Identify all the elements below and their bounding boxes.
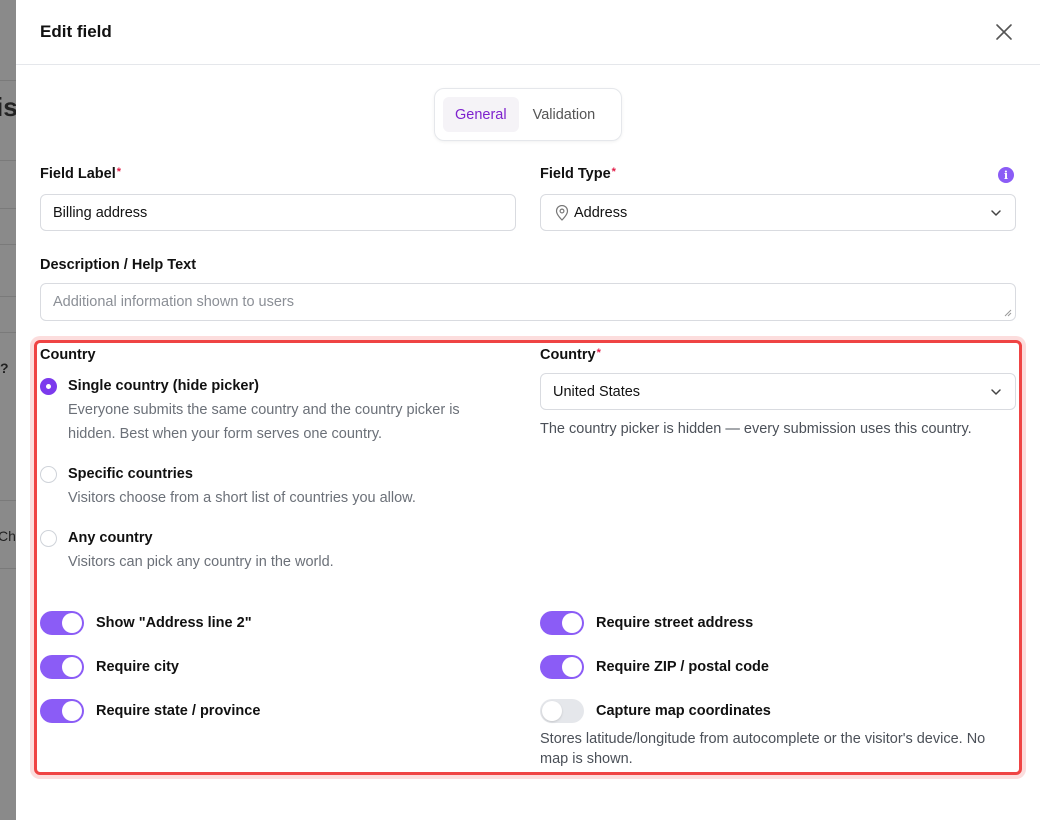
edit-field-panel: Edit field General Validation Field Labe… xyxy=(16,0,1040,820)
radio-option-any-country[interactable]: Any country Visitors can pick any countr… xyxy=(40,529,498,574)
radio-description: Visitors choose from a short list of cou… xyxy=(68,490,416,506)
require-city-toggle[interactable] xyxy=(40,655,84,679)
toggle-label: Require street address xyxy=(596,615,754,631)
background-page: is ? Ch xyxy=(0,0,16,820)
toggle-row-address-line2: Show "Address line 2" xyxy=(40,611,252,635)
required-mark: * xyxy=(611,166,616,178)
background-divider xyxy=(0,208,16,209)
capture-coords-toggle[interactable] xyxy=(540,699,584,723)
background-text-fragment: ? xyxy=(0,360,9,376)
background-divider xyxy=(0,568,16,569)
field-label-input[interactable]: Billing address xyxy=(40,194,516,231)
radio-title: Single country (hide picker) xyxy=(68,378,259,394)
info-icon[interactable]: i xyxy=(998,167,1014,183)
description-textarea[interactable]: Additional information shown to users xyxy=(40,283,1016,321)
toggle-label: Require ZIP / postal code xyxy=(596,659,769,675)
toggle-row-require-zip: Require ZIP / postal code xyxy=(540,655,769,679)
tab-general[interactable]: General xyxy=(443,97,519,132)
background-divider xyxy=(0,160,16,161)
radio-description: Visitors can pick any country in the wor… xyxy=(68,554,334,570)
field-type-heading: Field Type* xyxy=(540,166,616,182)
require-state-toggle[interactable] xyxy=(40,699,84,723)
toggle-label: Require state / province xyxy=(96,703,261,719)
panel-header: Edit field xyxy=(16,0,1040,65)
background-divider xyxy=(0,296,16,297)
chevron-down-icon xyxy=(991,210,1001,216)
country-helper-text: The country picker is hidden — every sub… xyxy=(540,421,972,437)
field-label-heading: Field Label* xyxy=(40,166,122,182)
close-icon[interactable] xyxy=(994,22,1014,42)
tab-bar: General Validation xyxy=(434,88,622,141)
toggle-row-capture-coords: Capture map coordinates xyxy=(540,699,771,723)
radio-button[interactable] xyxy=(40,378,57,395)
chevron-down-icon xyxy=(991,389,1001,395)
map-pin-icon xyxy=(555,204,569,221)
background-divider xyxy=(0,244,16,245)
radio-option-single-country[interactable]: Single country (hide picker) Everyone su… xyxy=(40,377,498,446)
resize-handle-icon[interactable] xyxy=(1004,309,1012,317)
country-mode-heading: Country xyxy=(40,347,96,363)
background-text-fragment: Ch xyxy=(0,528,16,544)
address-line2-toggle[interactable] xyxy=(40,611,84,635)
toggle-label: Require city xyxy=(96,659,179,675)
description-heading: Description / Help Text xyxy=(40,257,197,273)
required-mark: * xyxy=(596,347,601,359)
background-divider xyxy=(0,332,16,333)
background-title-fragment: is xyxy=(0,92,16,122)
toggle-row-require-street: Require street address xyxy=(540,611,753,635)
required-mark: * xyxy=(116,166,122,178)
radio-button[interactable] xyxy=(40,530,57,547)
radio-description: Everyone submits the same country and th… xyxy=(68,402,460,442)
tab-validation[interactable]: Validation xyxy=(521,97,608,132)
background-divider xyxy=(0,80,16,81)
field-type-select[interactable]: Address xyxy=(540,194,1016,231)
require-street-toggle[interactable] xyxy=(540,611,584,635)
radio-button[interactable] xyxy=(40,466,57,483)
background-divider xyxy=(0,500,16,501)
toggle-row-require-city: Require city xyxy=(40,655,179,679)
require-zip-toggle[interactable] xyxy=(540,655,584,679)
toggle-label: Capture map coordinates xyxy=(596,703,771,719)
country-select-heading: Country* xyxy=(540,347,601,363)
toggle-label: Show "Address line 2" xyxy=(96,615,252,631)
radio-option-specific-countries[interactable]: Specific countries Visitors choose from … xyxy=(40,465,498,510)
radio-title: Specific countries xyxy=(68,466,193,482)
panel-title: Edit field xyxy=(40,22,112,41)
radio-title: Any country xyxy=(68,530,153,546)
coords-helper-text: Stores latitude/longitude from autocompl… xyxy=(540,731,986,767)
toggle-row-require-state: Require state / province xyxy=(40,699,260,723)
country-select[interactable]: United States xyxy=(540,373,1016,410)
